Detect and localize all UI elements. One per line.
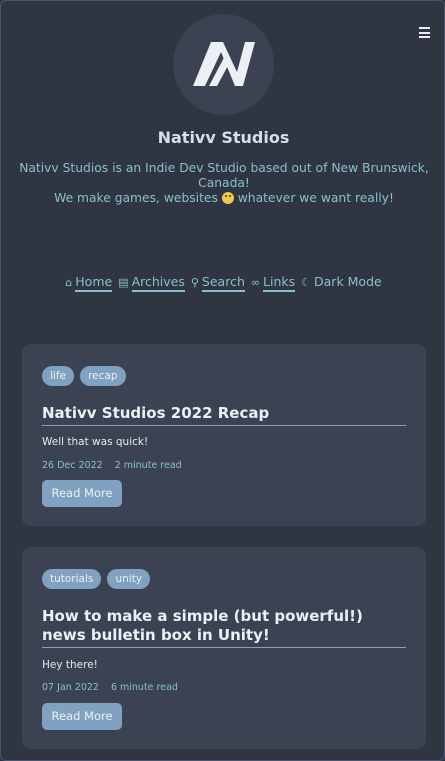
search-icon: ⚲: [190, 276, 199, 289]
site-logo[interactable]: [173, 14, 274, 115]
nav-archives[interactable]: ▤ Archives: [118, 274, 185, 292]
site-description: Nativv Studios is an Indie Dev Studio ba…: [19, 161, 429, 206]
thinking-face-icon: [221, 192, 234, 204]
post-card: tutorials unity How to make a simple (bu…: [22, 547, 426, 749]
nativv-logo-icon: [193, 42, 255, 86]
nav-dark-mode-label: Dark Mode: [314, 274, 382, 289]
site-description-part-b: whatever we want really!: [237, 191, 394, 205]
post-title[interactable]: How to make a simple (but powerful!) new…: [42, 607, 406, 648]
post-tags: tutorials unity: [42, 567, 151, 589]
nav-dark-mode[interactable]: ☾ Dark Mode: [301, 274, 382, 289]
link-icon: ∞: [250, 276, 261, 289]
site-title: Nativv Studios: [157, 128, 290, 147]
nav-home[interactable]: ⌂ Home: [65, 274, 113, 292]
post-title[interactable]: Nativv Studios 2022 Recap: [42, 404, 406, 426]
site-description-line-2: We make games, websites whatever we want…: [19, 191, 429, 206]
post-meta: 07 Jan 2022 6 minute read: [42, 682, 178, 693]
read-more-button[interactable]: Read More: [42, 480, 122, 507]
nav-links[interactable]: ∞ Links: [250, 274, 296, 292]
tag-life[interactable]: life: [42, 366, 74, 386]
archive-icon: ▤: [118, 276, 129, 289]
tag-tutorials[interactable]: tutorials: [42, 569, 102, 589]
post-card: life recap Nativv Studios 2022 Recap Wel…: [22, 344, 426, 526]
post-excerpt: Hey there!: [42, 659, 98, 671]
post-read-time: 2 minute read: [114, 460, 182, 471]
post-meta: 26 Dec 2022 2 minute read: [42, 460, 182, 471]
post-date: 07 Jan 2022: [42, 682, 99, 693]
post-tags: life recap: [42, 364, 127, 386]
post-excerpt: Well that was quick!: [42, 436, 149, 448]
post-date: 26 Dec 2022: [42, 460, 103, 471]
home-icon: ⌂: [65, 276, 73, 289]
page-frame: Nativv Studios Nativv Studios is an Indi…: [0, 0, 445, 761]
site-description-line-1: Nativv Studios is an Indie Dev Studio ba…: [19, 161, 429, 190]
read-more-button[interactable]: Read More: [42, 703, 122, 730]
nav-archives-label: Archives: [131, 274, 185, 292]
moon-icon: ☾: [301, 276, 312, 289]
tag-recap[interactable]: recap: [80, 366, 126, 386]
main-nav: ⌂ Home ▤ Archives ⚲ Search ∞ Links ☾ Dark Mod…: [1, 274, 444, 292]
nav-links-label: Links: [263, 274, 296, 292]
post-read-time: 6 minute read: [110, 682, 178, 693]
nav-search-label: Search: [201, 274, 245, 292]
hamburger-menu-icon[interactable]: [419, 27, 430, 38]
nav-search[interactable]: ⚲ Search: [190, 274, 245, 292]
site-description-part-a: We make games, websites: [54, 191, 218, 205]
nav-home-label: Home: [75, 274, 113, 292]
tag-unity[interactable]: unity: [107, 569, 151, 589]
